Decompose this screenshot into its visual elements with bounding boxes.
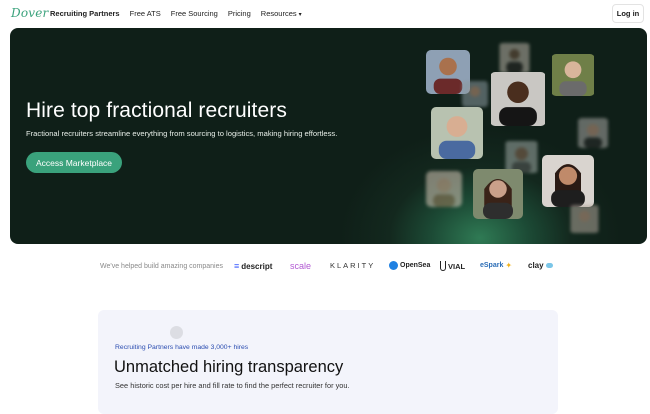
recruiter-photo xyxy=(426,171,462,207)
opensea-logo: OpenSea xyxy=(389,261,430,270)
descript-logo: ≡ descript xyxy=(234,261,272,271)
nav-links: Recruiting Partners Free ATS Free Sourci… xyxy=(50,9,302,18)
descript-mark-icon: ≡ xyxy=(234,261,240,271)
scale-logo: scale xyxy=(290,261,312,271)
recruiter-photo xyxy=(577,118,609,148)
clay-logo: clay xyxy=(528,261,553,270)
vial-wordmark: VIAL xyxy=(448,261,466,271)
avatar-placeholder xyxy=(170,326,183,339)
espark-wordmark: eSpark xyxy=(480,262,504,269)
dover-logo[interactable]: Dover xyxy=(11,6,48,20)
logos-label: We've helped build amazing companies xyxy=(100,263,224,270)
recruiter-photo xyxy=(490,72,546,126)
nav-link-resources[interactable]: Resources ▾ xyxy=(261,9,302,18)
recruiter-photo xyxy=(542,155,594,207)
section-subtitle: See historic cost per hire and fill rate… xyxy=(115,381,350,390)
recruiter-photo xyxy=(431,107,483,159)
hero-title: Hire top fractional recruiters xyxy=(26,99,287,122)
espark-mark-icon: ✦ xyxy=(505,261,513,270)
nav-link-resources-label: Resources xyxy=(260,9,297,18)
nav-link-pricing[interactable]: Pricing xyxy=(228,9,251,18)
top-navigation: Dover Recruiting Partners Free ATS Free … xyxy=(0,0,650,28)
hires-count-tag: Recruiting Partners have made 3,000+ hir… xyxy=(115,344,249,351)
clay-mark-icon xyxy=(545,263,553,268)
opensea-wordmark: OpenSea xyxy=(400,262,431,269)
hero-section: Hire top fractional recruiters Fractiona… xyxy=(10,28,647,244)
recruiter-photo xyxy=(551,54,595,96)
customer-logos: We've helped build amazing companies ≡ de… xyxy=(0,258,650,278)
chevron-down-icon: ▾ xyxy=(298,12,302,18)
nav-link-free-ats[interactable]: Free ATS xyxy=(130,9,161,18)
espark-logo: eSpark ✦ xyxy=(480,261,512,270)
recruiter-photo xyxy=(462,80,488,108)
recruiter-photo xyxy=(569,205,600,233)
nav-link-recruiting-partners[interactable]: Recruiting Partners xyxy=(50,9,120,18)
section-title: Unmatched hiring transparency xyxy=(114,358,344,376)
hiring-transparency-section: Recruiting Partners have made 3,000+ hir… xyxy=(98,310,558,414)
clay-wordmark: clay xyxy=(528,261,544,270)
opensea-mark-icon xyxy=(389,261,398,270)
hero-subtitle: Fractional recruiters streamline everyth… xyxy=(26,129,338,138)
nav-link-free-sourcing[interactable]: Free Sourcing xyxy=(171,9,218,18)
recruiter-photo xyxy=(498,43,531,73)
login-button[interactable]: Log in xyxy=(612,4,644,23)
vial-mark-icon xyxy=(440,261,446,271)
recruiter-photo xyxy=(473,169,523,219)
klarity-logo: KLARITY xyxy=(330,261,376,270)
vial-logo: VIAL xyxy=(440,261,465,271)
access-marketplace-button[interactable]: Access Marketplace xyxy=(26,152,122,173)
descript-wordmark: descript xyxy=(241,261,273,271)
